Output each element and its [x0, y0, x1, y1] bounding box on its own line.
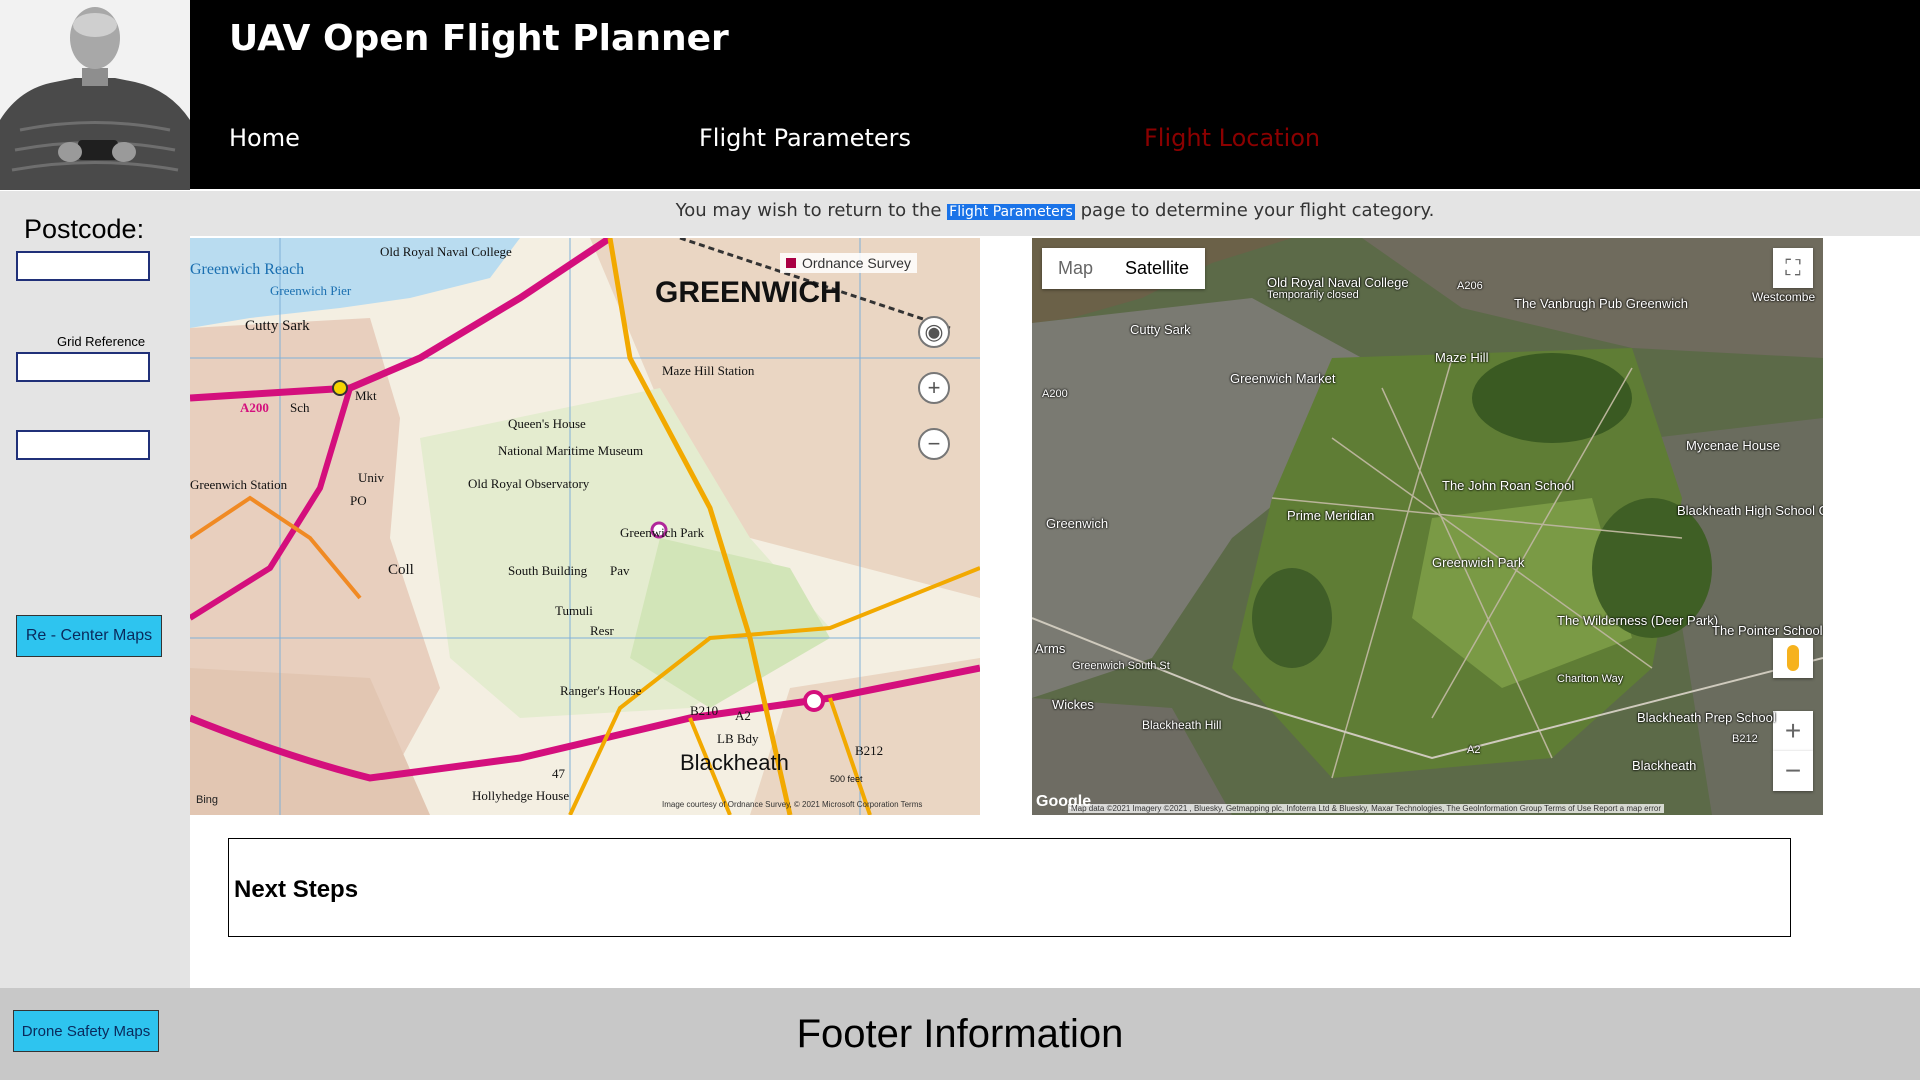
sat-label: Blackheath — [1632, 758, 1697, 773]
sat-label: Old Royal Naval College — [1267, 275, 1409, 290]
nav-home[interactable]: Home — [229, 124, 300, 152]
os-label: Resr — [590, 623, 614, 638]
os-attribution: Ordnance Survey — [780, 253, 917, 273]
zoom-out-button[interactable]: − — [1773, 751, 1813, 791]
notice-text: You may wish to return to the Flight Par… — [190, 200, 1920, 221]
notice-text-before: You may wish to return to the — [675, 200, 942, 221]
zoom-out-button[interactable]: − — [918, 428, 950, 460]
grid-reference-input[interactable] — [16, 352, 150, 382]
os-label: Greenwich Reach — [190, 261, 305, 278]
flight-parameters-link[interactable]: Flight Parameters — [947, 204, 1075, 220]
sidebar: Postcode: Grid Reference Re - Center Map… — [0, 191, 190, 988]
os-attribution-text: Ordnance Survey — [802, 255, 911, 271]
sat-label: Greenwich Park — [1432, 555, 1525, 570]
os-label: Old Royal Naval College — [380, 244, 512, 259]
os-label: Ranger's House — [560, 683, 642, 698]
zoom-in-button[interactable]: + — [918, 372, 950, 404]
sat-label: Blackheath Hill — [1142, 718, 1222, 732]
fullscreen-icon[interactable]: ⛶ — [1773, 248, 1813, 288]
os-label: LB Bdy — [717, 731, 759, 746]
os-label: South Building — [508, 563, 588, 578]
os-label: National Maritime Museum — [498, 443, 644, 458]
os-label: Coll — [388, 562, 414, 578]
locate-icon[interactable]: ◉ — [918, 316, 950, 348]
os-label: Hollyhedge House — [472, 788, 570, 803]
sat-label: Blackheath High School GDST — [1677, 503, 1823, 518]
os-label: Sch — [290, 400, 310, 415]
os-label: Greenwich Pier — [270, 283, 352, 298]
sat-label: B212 — [1732, 733, 1758, 745]
next-steps-panel: Next Steps — [228, 838, 1791, 937]
sat-label: Arms — [1035, 641, 1066, 656]
sat-label: The John Roan School — [1442, 478, 1575, 493]
os-label: Maze Hill Station — [662, 363, 755, 378]
app-title: UAV Open Flight Planner — [229, 18, 729, 59]
os-label: Greenwich Park — [620, 525, 705, 540]
sat-label: Cutty Sark — [1130, 322, 1191, 337]
footer-text: Footer Information — [796, 1012, 1124, 1056]
grid-reference-label: Grid Reference — [57, 334, 146, 349]
os-label: B212 — [855, 743, 884, 758]
footer: Drone Safety Maps Footer Information — [0, 988, 1920, 1080]
nav-flight-parameters[interactable]: Flight Parameters — [699, 124, 911, 152]
sat-label: The Vanbrugh Pub Greenwich — [1514, 296, 1688, 311]
notice-text-after: page to determine your flight category. — [1080, 200, 1435, 221]
sat-label: Greenwich South St — [1072, 660, 1170, 672]
os-label: PO — [350, 493, 367, 508]
sat-label: Prime Meridian — [1287, 508, 1375, 523]
os-label: Queen's House — [508, 416, 586, 431]
sat-label: Temporarily closed — [1267, 289, 1359, 301]
os-label: Univ — [358, 470, 384, 485]
map-tab[interactable]: Map — [1042, 248, 1109, 289]
notice-bar: You may wish to return to the Flight Par… — [190, 191, 1920, 236]
postcode-label: Postcode: — [24, 214, 145, 244]
pegman-icon[interactable] — [1773, 638, 1813, 678]
sat-label: Greenwich — [1046, 516, 1109, 531]
os-scale-label: 500 feet — [830, 774, 863, 784]
sat-label: Westcombe — [1752, 290, 1816, 304]
map-type-control: Map Satellite — [1042, 248, 1206, 289]
ordnance-survey-map[interactable]: Old Royal Naval College Greenwich Reach … — [190, 238, 980, 815]
sat-label: Charlton Way — [1557, 673, 1624, 685]
nav-flight-location[interactable]: Flight Location — [1144, 124, 1320, 152]
sat-label: Wickes — [1052, 697, 1094, 712]
sat-label: Mycenae House — [1686, 438, 1780, 453]
os-credit: Image courtesy of Ordnance Survey, © 202… — [662, 800, 923, 809]
header: UAV Open Flight Planner Home Flight Para… — [190, 0, 1920, 191]
sat-label: A200 — [1042, 388, 1068, 400]
os-label: Tumuli — [555, 603, 593, 618]
os-label: GREENWICH — [655, 276, 842, 309]
sat-label: Blackheath Prep School — [1637, 710, 1776, 725]
os-label: B210 — [690, 703, 719, 718]
os-label: A2 — [735, 708, 751, 723]
sat-label: Maze Hill — [1435, 350, 1489, 365]
satellite-map[interactable]: Map Satellite ⛶ + − Old Royal Naval Coll… — [1032, 238, 1823, 815]
os-logo-icon — [786, 258, 796, 268]
sat-label: Greenwich Market — [1230, 371, 1336, 386]
recenter-maps-button[interactable]: Re - Center Maps — [16, 615, 162, 657]
os-label: Old Royal Observatory — [468, 476, 590, 491]
os-label: A200 — [240, 400, 269, 415]
zoom-in-button[interactable]: + — [1773, 711, 1813, 751]
sat-label: The Pointer School — [1712, 623, 1823, 638]
next-steps-title: Next Steps — [234, 876, 359, 903]
sat-label: A206 — [1457, 280, 1483, 292]
sat-attribution: Map data ©2021 Imagery ©2021 , Bluesky, … — [1068, 804, 1665, 813]
sat-label: A2 — [1467, 744, 1481, 756]
bing-logo: Bing — [196, 794, 219, 806]
sat-label: The Wilderness (Deer Park) — [1557, 613, 1719, 628]
os-label: Blackheath — [680, 750, 789, 775]
satellite-tab[interactable]: Satellite — [1109, 248, 1205, 289]
os-label: Greenwich Station — [190, 477, 288, 492]
os-label: Mkt — [355, 388, 377, 403]
os-label: Pav — [610, 563, 630, 578]
avatar — [0, 0, 190, 190]
os-label: Cutty Sark — [245, 318, 310, 334]
postcode-input[interactable] — [16, 251, 150, 281]
grid-reference-output-input[interactable] — [16, 430, 150, 460]
os-label: 47 — [552, 766, 565, 781]
